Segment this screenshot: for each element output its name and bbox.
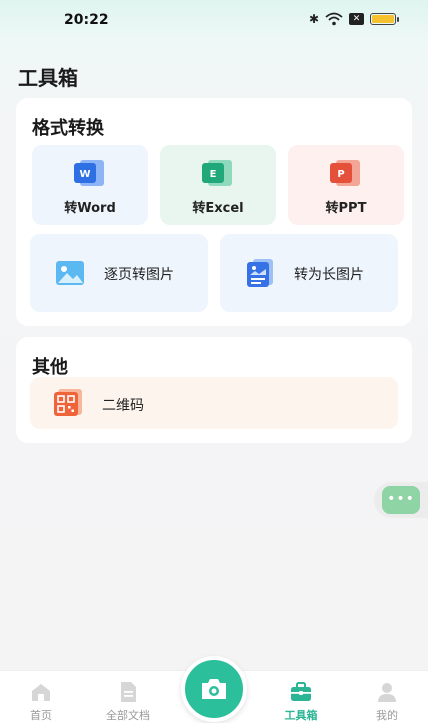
camera-scan-button[interactable] — [181, 656, 247, 722]
more-icon: ••• — [382, 486, 420, 514]
status-bar: 20:22 ✱ ✕ — [0, 0, 428, 40]
pages-to-images-button[interactable]: 逐页转图片 — [30, 234, 208, 312]
convert-to-excel-label: 转Excel — [192, 201, 244, 216]
tab-all-documents[interactable]: 全部文档 — [88, 671, 168, 723]
excel-badge: E — [210, 169, 217, 180]
other-tools-card: 其他 二维码 — [16, 337, 412, 443]
ppt-file-icon: P — [330, 160, 360, 186]
bluetooth-icon: ✱ — [308, 12, 319, 26]
image-icon — [56, 261, 84, 285]
word-file-icon: W — [74, 160, 104, 186]
format-conversion-title: 格式转换 — [32, 118, 104, 139]
convert-to-ppt-label: 转PPT — [325, 201, 367, 216]
tab-home-label: 首页 — [30, 709, 52, 722]
tab-toolbox[interactable]: 工具箱 — [261, 671, 341, 723]
tab-toolbox-label: 工具箱 — [284, 709, 318, 722]
floating-menu-button[interactable]: ••• — [374, 482, 428, 518]
qr-code-button[interactable]: 二维码 — [30, 377, 398, 429]
page-title: 工具箱 — [18, 66, 78, 90]
toolbox-icon — [291, 682, 311, 701]
convert-to-excel-button[interactable]: E 转Excel — [160, 145, 276, 225]
tab-all-documents-label: 全部文档 — [106, 709, 150, 722]
excel-file-icon: E — [202, 160, 232, 186]
wifi-icon — [325, 12, 343, 26]
qr-code-label: 二维码 — [102, 398, 144, 414]
word-badge: W — [79, 169, 90, 180]
home-icon — [32, 684, 50, 701]
ppt-badge: P — [337, 169, 344, 180]
tab-mine[interactable]: 我的 — [347, 671, 427, 723]
tab-home[interactable]: 首页 — [1, 671, 81, 723]
status-icons: ✱ ✕ — [308, 12, 399, 26]
format-conversion-card: 格式转换 W 转Word E 转Excel P 转PPT 逐页转图片 转为长图片 — [16, 98, 412, 326]
long-image-icon — [247, 259, 273, 287]
to-long-image-button[interactable]: 转为长图片 — [220, 234, 398, 312]
qr-code-icon — [54, 389, 82, 416]
document-icon — [121, 682, 136, 702]
battery-icon — [370, 13, 399, 25]
no-sim-icon: ✕ — [349, 13, 364, 25]
user-icon — [378, 683, 396, 702]
camera-icon — [202, 679, 226, 699]
other-tools-title: 其他 — [32, 357, 68, 378]
tab-mine-label: 我的 — [376, 709, 398, 722]
convert-to-word-label: 转Word — [64, 201, 116, 216]
convert-to-ppt-button[interactable]: P 转PPT — [288, 145, 404, 225]
convert-to-word-button[interactable]: W 转Word — [32, 145, 148, 225]
pages-to-images-label: 逐页转图片 — [104, 267, 174, 283]
status-time: 20:22 — [64, 12, 109, 28]
to-long-image-label: 转为长图片 — [294, 267, 364, 283]
